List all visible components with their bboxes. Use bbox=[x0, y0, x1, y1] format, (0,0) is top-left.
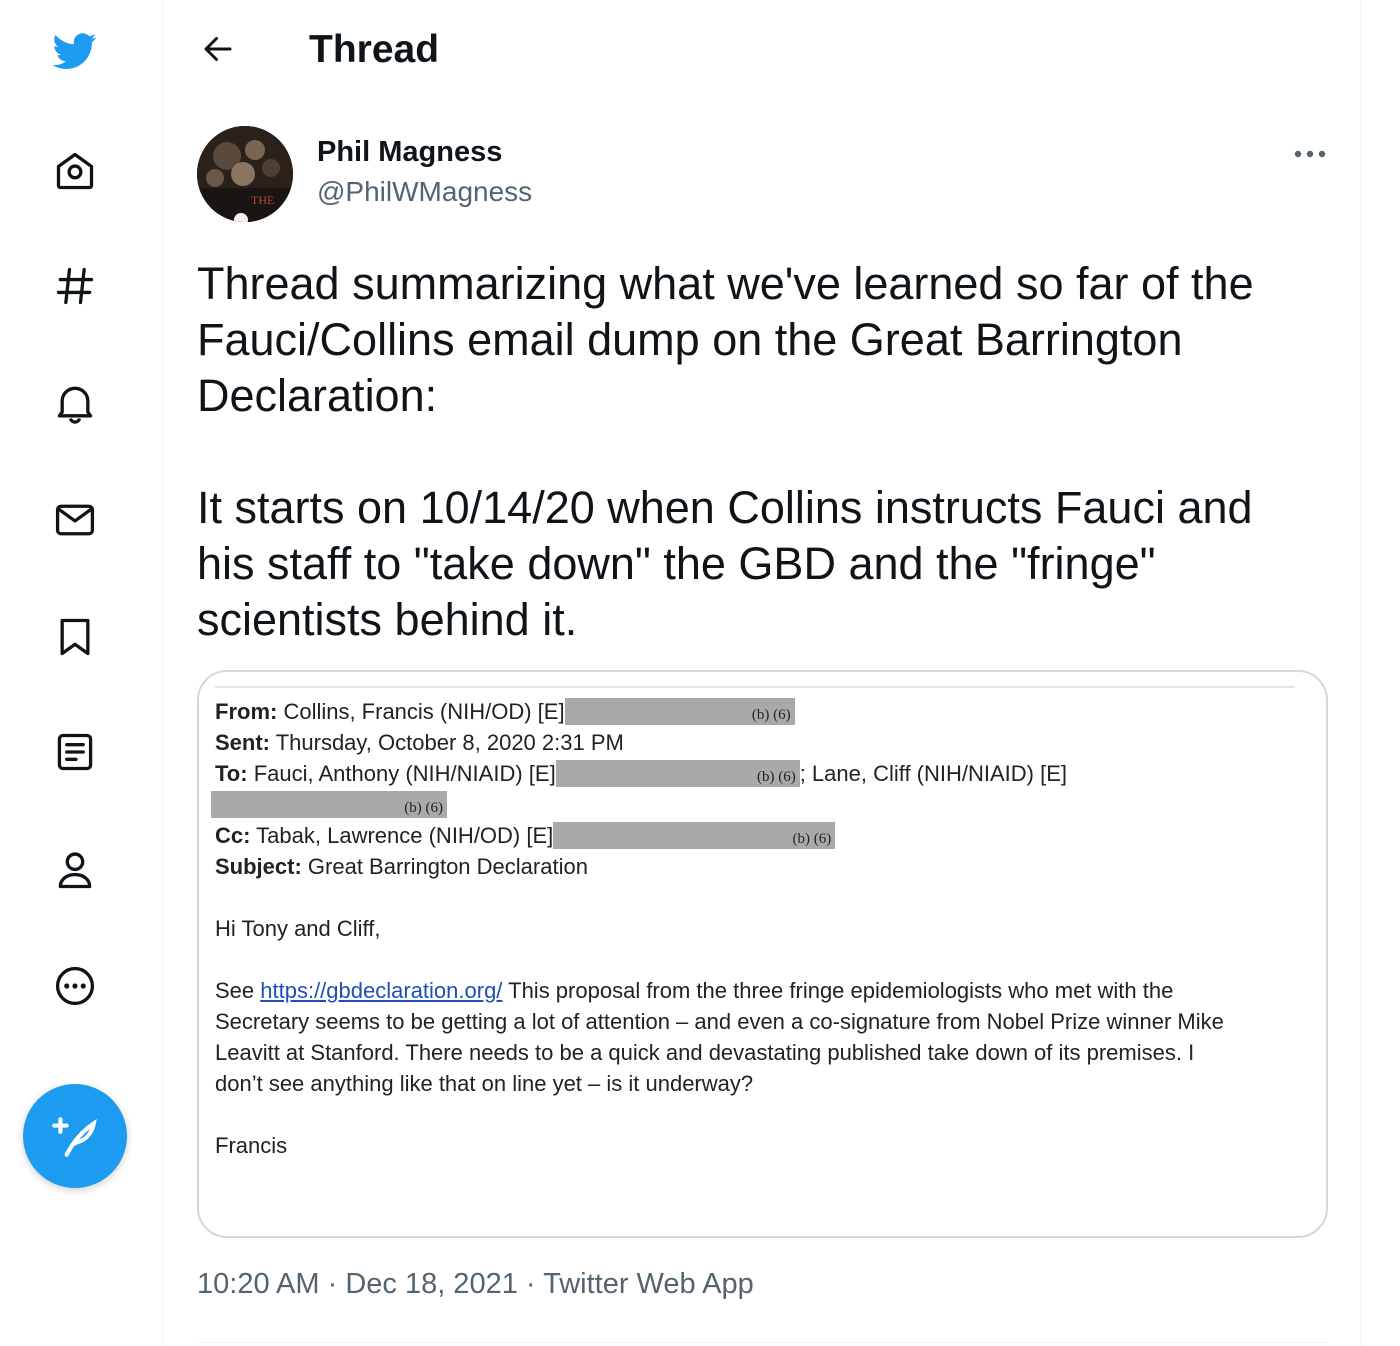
sidebar bbox=[0, 0, 164, 1346]
hashtag-icon bbox=[56, 267, 94, 305]
tweet-date[interactable]: Dec 18, 2021 bbox=[345, 1268, 518, 1300]
nav-more[interactable] bbox=[46, 957, 104, 1015]
email-sent-value: Thursday, October 8, 2020 2:31 PM bbox=[270, 730, 624, 755]
lists-icon bbox=[57, 733, 93, 771]
email-to-continued: (b) (6) bbox=[211, 789, 1315, 820]
more-horizontal-icon bbox=[1294, 150, 1326, 158]
email-to-label: To: bbox=[215, 761, 248, 786]
redaction-box: (b) (6) bbox=[211, 791, 447, 818]
tweet-text: Thread summarizing what we've learned so… bbox=[197, 256, 1317, 648]
email-to-line: To: Fauci, Anthony (NIH/NIAID) [E] (b) (6… bbox=[215, 758, 1315, 789]
email-from-line: From: Collins, Francis (NIH/OD) [E] (b) (… bbox=[215, 696, 1315, 727]
email-body-line: See https://gbdeclaration.org/ This prop… bbox=[215, 975, 1315, 1006]
more-circle-icon bbox=[55, 966, 95, 1006]
email-greeting: Hi Tony and Cliff, bbox=[215, 916, 381, 941]
profile-icon bbox=[58, 852, 92, 889]
email-to-value-2: ; Lane, Cliff (NIH/NIAID) [E] bbox=[799, 761, 1068, 786]
meta-separator: · bbox=[319, 1268, 346, 1300]
email-body-line: Leavitt at Stanford. There needs to be a… bbox=[215, 1040, 1195, 1065]
email-cc-label: Cc: bbox=[215, 823, 251, 848]
email-sent-line: Sent: Thursday, October 8, 2020 2:31 PM bbox=[215, 727, 1315, 758]
redaction-box: (b) (6) bbox=[564, 698, 795, 725]
email-subject-value: Great Barrington Declaration bbox=[301, 854, 588, 879]
twitter-bird-icon bbox=[53, 33, 97, 69]
divider bbox=[197, 1342, 1328, 1343]
compose-tweet-icon bbox=[52, 1117, 97, 1157]
mail-icon bbox=[55, 504, 95, 536]
email-signature: Francis bbox=[215, 1133, 288, 1158]
back-button[interactable] bbox=[195, 26, 241, 72]
home-icon bbox=[56, 152, 94, 190]
email-from-value: Collins, Francis (NIH/OD) [E] bbox=[277, 699, 565, 724]
back-arrow-icon bbox=[204, 37, 232, 61]
email-to-value: Fauci, Anthony (NIH/NIAID) [E] bbox=[247, 761, 556, 786]
nav-profile[interactable] bbox=[46, 841, 104, 899]
email-cc-line: Cc: Tabak, Lawrence (NIH/OD) [E] (b) (6) bbox=[215, 820, 1315, 851]
nav-lists[interactable] bbox=[46, 723, 104, 781]
tweet-time[interactable]: 10:20 AM bbox=[197, 1268, 320, 1300]
email-document: From: Collins, Francis (NIH/OD) [E] (b) (… bbox=[211, 696, 1315, 1161]
email-body-prefix: See bbox=[215, 978, 261, 1003]
nav-messages[interactable] bbox=[46, 491, 104, 549]
avatar-image: THE bbox=[197, 126, 293, 222]
email-body-link: https://gbdeclaration.org/ bbox=[260, 978, 503, 1003]
svg-text:THE: THE bbox=[251, 193, 274, 207]
tweet-media-image[interactable]: From: Collins, Francis (NIH/OD) [E] (b) (… bbox=[197, 670, 1328, 1238]
author-name[interactable]: Phil Magness bbox=[317, 136, 502, 169]
nav-notifications[interactable] bbox=[46, 374, 104, 432]
email-body-text: This proposal from the three fringe epid… bbox=[502, 978, 1174, 1003]
compose-tweet-button[interactable] bbox=[23, 1084, 127, 1188]
redaction-box: (b) (6) bbox=[555, 760, 800, 787]
email-subject-line: Subject: Great Barrington Declaration bbox=[215, 851, 1315, 882]
tweet-metadata: 10:20 AM · Dec 18, 2021 · Twitter Web Ap… bbox=[197, 1268, 754, 1301]
nav-bookmarks[interactable] bbox=[46, 608, 104, 666]
email-body-line: Secretary seems to be getting a lot of a… bbox=[215, 1009, 1224, 1034]
tweet-text-paragraph: Thread summarizing what we've learned so… bbox=[197, 258, 1254, 421]
tweet-more-button[interactable] bbox=[1287, 134, 1333, 174]
email-subject-label: Subject: bbox=[215, 854, 302, 879]
email-cc-value: Tabak, Lawrence (NIH/OD) [E] bbox=[250, 823, 554, 848]
meta-separator: · bbox=[517, 1268, 544, 1300]
email-from-label: From: bbox=[215, 699, 278, 724]
nav-explore[interactable] bbox=[46, 257, 104, 315]
nav-home[interactable] bbox=[46, 142, 104, 200]
page-title: Thread bbox=[309, 28, 440, 71]
thread-header: Thread bbox=[165, 0, 1360, 100]
avatar[interactable]: THE bbox=[197, 126, 293, 222]
tweet-text-paragraph: It starts on 10/14/20 when Collins instr… bbox=[197, 482, 1253, 645]
document-rule bbox=[215, 686, 1295, 688]
tweet-source[interactable]: Twitter Web App bbox=[543, 1268, 754, 1300]
bookmark-icon bbox=[60, 618, 90, 656]
email-sent-label: Sent: bbox=[215, 730, 270, 755]
redaction-box: (b) (6) bbox=[553, 822, 836, 849]
twitter-logo-button[interactable] bbox=[46, 22, 104, 80]
bell-icon bbox=[57, 386, 93, 424]
email-body-line: don’t see anything like that on line yet… bbox=[215, 1071, 754, 1096]
thread-column: Thread THE Phil Magness @PhilWMagness Th… bbox=[165, 0, 1361, 1346]
author-handle[interactable]: @PhilWMagness bbox=[317, 176, 532, 208]
